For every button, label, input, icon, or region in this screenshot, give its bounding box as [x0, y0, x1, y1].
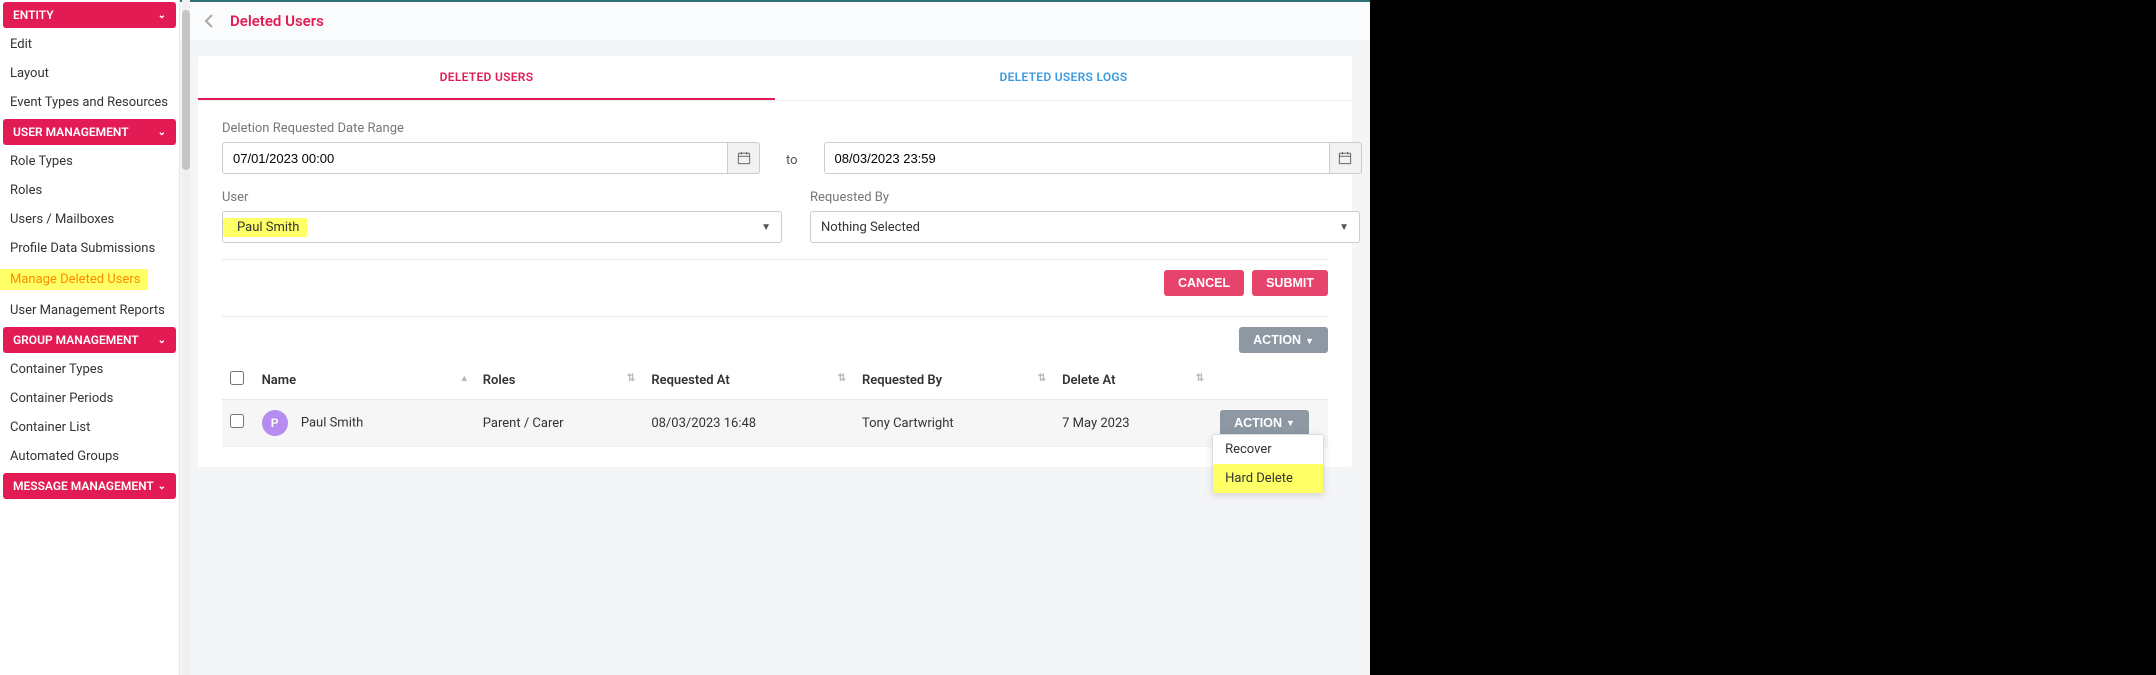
sidebar-item-user-mgmt-reports[interactable]: User Management Reports [0, 296, 179, 325]
row-checkbox[interactable] [230, 414, 244, 428]
divider [222, 316, 1328, 317]
chevron-down-icon: ⌄ [158, 127, 166, 138]
row-action-menu: Recover Hard Delete [1212, 434, 1324, 494]
user-label: User [222, 190, 782, 205]
date-to-calendar-button[interactable] [1330, 142, 1362, 174]
caret-down-icon: ▼ [1286, 418, 1295, 428]
col-name[interactable]: Name▴ [254, 361, 475, 400]
date-from-calendar-button[interactable] [728, 142, 760, 174]
sidebar-item-manage-deleted-users[interactable]: Manage Deleted Users [0, 263, 179, 296]
topbar: Deleted Users [180, 0, 1370, 40]
section-title: MESSAGE MANAGEMENT [13, 479, 154, 493]
to-label: to [780, 153, 804, 174]
back-button[interactable] [200, 12, 218, 30]
cell-roles: Parent / Carer [475, 400, 644, 447]
date-range-label: Deletion Requested Date Range [222, 121, 760, 136]
spacer-label [824, 121, 1362, 136]
filters: Deletion Requested Date Range to [198, 101, 1352, 243]
avatar: P [262, 410, 288, 436]
sort-icon: ▴ [462, 373, 467, 384]
sidebar-item-event-types[interactable]: Event Types and Resources [0, 88, 179, 117]
sidebar-item-layout[interactable]: Layout [0, 59, 179, 88]
date-to-input[interactable] [824, 142, 1330, 174]
date-from-input[interactable] [222, 142, 728, 174]
bulk-action-button[interactable]: ACTION ▼ [1239, 327, 1328, 353]
select-all-checkbox[interactable] [230, 371, 244, 385]
sort-icon: ⇅ [1038, 373, 1046, 384]
sidebar-item-roles[interactable]: Roles [0, 176, 179, 205]
sort-icon: ⇅ [1196, 373, 1204, 384]
deleted-users-table: Name▴ Roles⇅ Requested At⇅ Requested By⇅… [222, 361, 1328, 447]
scrollbar-thumb[interactable] [182, 10, 190, 170]
chevron-left-icon [204, 14, 214, 28]
section-title: ENTITY [13, 8, 54, 22]
user-select[interactable]: Paul Smith ▼ [222, 211, 782, 243]
form-buttons: CANCEL SUBMIT [198, 270, 1352, 306]
sidebar-item-edit[interactable]: Edit [0, 30, 179, 59]
cell-requested-by: Tony Cartwright [854, 400, 1054, 447]
cell-requested-at: 08/03/2023 16:48 [643, 400, 854, 447]
sidebar-item-container-types[interactable]: Container Types [0, 355, 179, 384]
col-roles[interactable]: Roles⇅ [475, 361, 644, 400]
sidebar-item-automated-groups[interactable]: Automated Groups [0, 442, 179, 471]
sort-icon: ⇅ [627, 373, 635, 384]
chevron-down-icon: ⌄ [158, 335, 166, 346]
divider [222, 259, 1328, 260]
caret-down-icon: ▼ [1305, 336, 1314, 346]
menu-item-recover[interactable]: Recover [1213, 435, 1323, 464]
page-title: Deleted Users [230, 12, 324, 30]
sidebar-item-role-types[interactable]: Role Types [0, 147, 179, 176]
col-requested-at[interactable]: Requested At⇅ [643, 361, 854, 400]
section-header-message-management[interactable]: MESSAGE MANAGEMENT ⌄ [3, 473, 176, 499]
cell-delete-at: 7 May 2023 [1054, 400, 1212, 447]
requested-by-label: Requested By [810, 190, 1360, 205]
table-wrapper: Name▴ Roles⇅ Requested At⇅ Requested By⇅… [198, 361, 1352, 467]
col-delete-at[interactable]: Delete At⇅ [1054, 361, 1212, 400]
sidebar-scrollbar[interactable] [182, 0, 190, 675]
calendar-icon [1338, 151, 1352, 165]
table-row: P Paul Smith Parent / Carer 08/03/2023 1… [222, 400, 1328, 447]
sidebar-item-users-mailboxes[interactable]: Users / Mailboxes [0, 205, 179, 234]
user-selected-chip: Paul Smith [223, 218, 307, 237]
menu-item-hard-delete[interactable]: Hard Delete [1213, 464, 1323, 493]
calendar-icon [737, 151, 751, 165]
sidebar: ENTITY ⌄ Edit Layout Event Types and Res… [0, 0, 180, 675]
tab-deleted-users-logs[interactable]: DELETED USERS LOGS [775, 56, 1352, 100]
section-header-group-management[interactable]: GROUP MANAGEMENT ⌄ [3, 327, 176, 353]
requested-by-selected: Nothing Selected [821, 220, 920, 235]
action-label: ACTION [1234, 416, 1282, 430]
main-content: Deleted Users DELETED USERS DELETED USER… [180, 0, 1370, 675]
sidebar-item-container-periods[interactable]: Container Periods [0, 384, 179, 413]
cancel-button[interactable]: CANCEL [1164, 270, 1244, 296]
submit-button[interactable]: SUBMIT [1252, 270, 1328, 296]
tabs: DELETED USERS DELETED USERS LOGS [198, 56, 1352, 101]
section-title: USER MANAGEMENT [13, 125, 129, 139]
action-label: ACTION [1253, 333, 1301, 347]
row-action-button[interactable]: ACTION ▼ [1220, 410, 1309, 436]
sidebar-item-container-list[interactable]: Container List [0, 413, 179, 442]
col-requested-by[interactable]: Requested By⇅ [854, 361, 1054, 400]
requested-by-select[interactable]: Nothing Selected ▼ [810, 211, 1360, 243]
tab-deleted-users[interactable]: DELETED USERS [198, 56, 775, 100]
chevron-down-icon: ⌄ [158, 10, 166, 21]
void-area [1370, 0, 2156, 675]
caret-down-icon: ▼ [761, 222, 771, 233]
cell-name: Paul Smith [301, 415, 363, 430]
sidebar-item-profile-data[interactable]: Profile Data Submissions [0, 234, 179, 263]
chevron-down-icon: ⌄ [158, 481, 166, 492]
content-panel: DELETED USERS DELETED USERS LOGS Deletio… [198, 56, 1352, 467]
section-title: GROUP MANAGEMENT [13, 333, 139, 347]
section-header-entity[interactable]: ENTITY ⌄ [3, 2, 176, 28]
caret-down-icon: ▼ [1339, 222, 1349, 233]
sort-icon: ⇅ [838, 373, 846, 384]
section-header-user-management[interactable]: USER MANAGEMENT ⌄ [3, 119, 176, 145]
